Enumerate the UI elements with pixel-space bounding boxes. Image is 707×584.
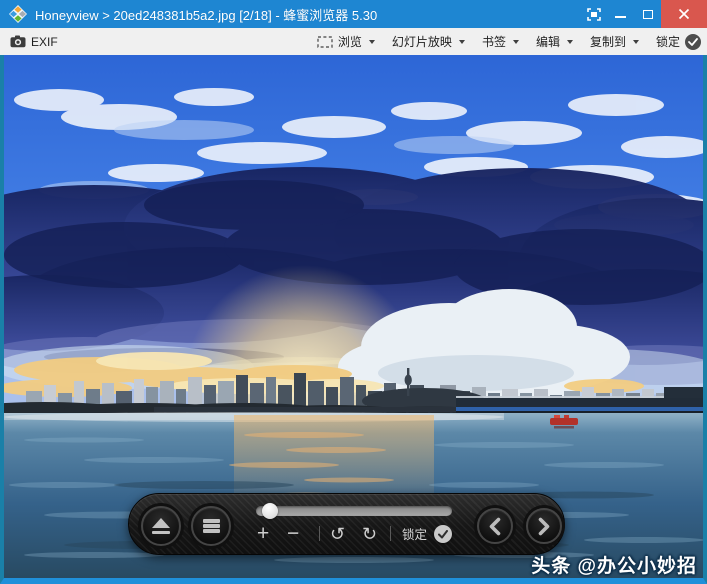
minimize-icon (615, 16, 626, 18)
chevron-right-icon (537, 517, 551, 536)
fullscreen-icon (587, 8, 601, 21)
image-viewer[interactable]: + − ↺ ↻ 锁定 头条 @办公小妙招 (0, 55, 707, 584)
exif-label: EXIF (31, 35, 58, 49)
viewport-icon (317, 36, 333, 48)
window-controls (580, 0, 707, 28)
check-icon (685, 34, 701, 50)
watermark: 头条 @办公小妙招 (531, 551, 697, 578)
camera-icon (10, 35, 26, 48)
hamburger-icon (203, 518, 220, 534)
minimize-button[interactable] (607, 0, 634, 28)
close-button[interactable] (661, 0, 707, 28)
toolbar-menu-cluster: 浏览 幻灯片放映 书签 编辑 复制到 锁定 (317, 33, 701, 50)
rotate-ccw-button[interactable]: ↺ (330, 525, 345, 543)
toolbar: EXIF 浏览 幻灯片放映 书签 编辑 复 (0, 28, 707, 55)
chevron-down-icon (567, 40, 573, 44)
menu-copy-to[interactable]: 复制到 (590, 33, 639, 50)
honeyview-logo-icon (9, 5, 27, 23)
menu-slideshow[interactable]: 幻灯片放映 (392, 33, 465, 50)
menu-browse-label: 浏览 (338, 33, 362, 50)
divider (319, 526, 320, 541)
zoom-in-button[interactable]: + (257, 523, 269, 544)
viewer-control-bar: + − ↺ ↻ 锁定 (128, 493, 565, 555)
menu-edit[interactable]: 编辑 (536, 33, 573, 50)
next-image-button[interactable] (526, 508, 562, 544)
chevron-down-icon (633, 40, 639, 44)
menu-slideshow-label: 幻灯片放映 (392, 33, 452, 50)
check-icon[interactable] (434, 525, 452, 543)
menu-bookmarks[interactable]: 书签 (482, 33, 519, 50)
zoom-slider-thumb[interactable] (262, 503, 278, 519)
app-window: Honeyview > 20ed248381b5a2.jpg [2/18] - … (0, 0, 707, 584)
chevron-down-icon (459, 40, 465, 44)
menu-lock[interactable]: 锁定 (656, 33, 701, 50)
menu-browse[interactable]: 浏览 (317, 33, 375, 50)
lock-toggle-label[interactable]: 锁定 (402, 529, 427, 542)
window-title: Honeyview > 20ed248381b5a2.jpg [2/18] - … (35, 5, 377, 24)
close-icon (678, 8, 690, 20)
maximize-button[interactable] (634, 0, 661, 28)
menu-edit-label: 编辑 (536, 33, 560, 50)
previous-image-button[interactable] (477, 508, 513, 544)
menu-bookmarks-label: 书签 (482, 33, 506, 50)
menu-lock-label: 锁定 (656, 33, 680, 50)
zoom-slider-track[interactable] (256, 506, 452, 516)
eject-icon (152, 518, 170, 528)
divider (390, 526, 391, 541)
open-file-button[interactable] (141, 506, 181, 546)
maximize-icon (643, 10, 653, 19)
fullscreen-button[interactable] (580, 0, 607, 28)
menu-button[interactable] (191, 506, 231, 546)
zoom-out-button[interactable]: − (287, 523, 299, 544)
title-bar[interactable]: Honeyview > 20ed248381b5a2.jpg [2/18] - … (0, 0, 707, 28)
chevron-down-icon (513, 40, 519, 44)
rotate-cw-button[interactable]: ↻ (362, 525, 377, 543)
menu-copy-to-label: 复制到 (590, 33, 626, 50)
chevron-down-icon (369, 40, 375, 44)
exif-button[interactable]: EXIF (10, 35, 58, 49)
chevron-left-icon (488, 517, 502, 536)
